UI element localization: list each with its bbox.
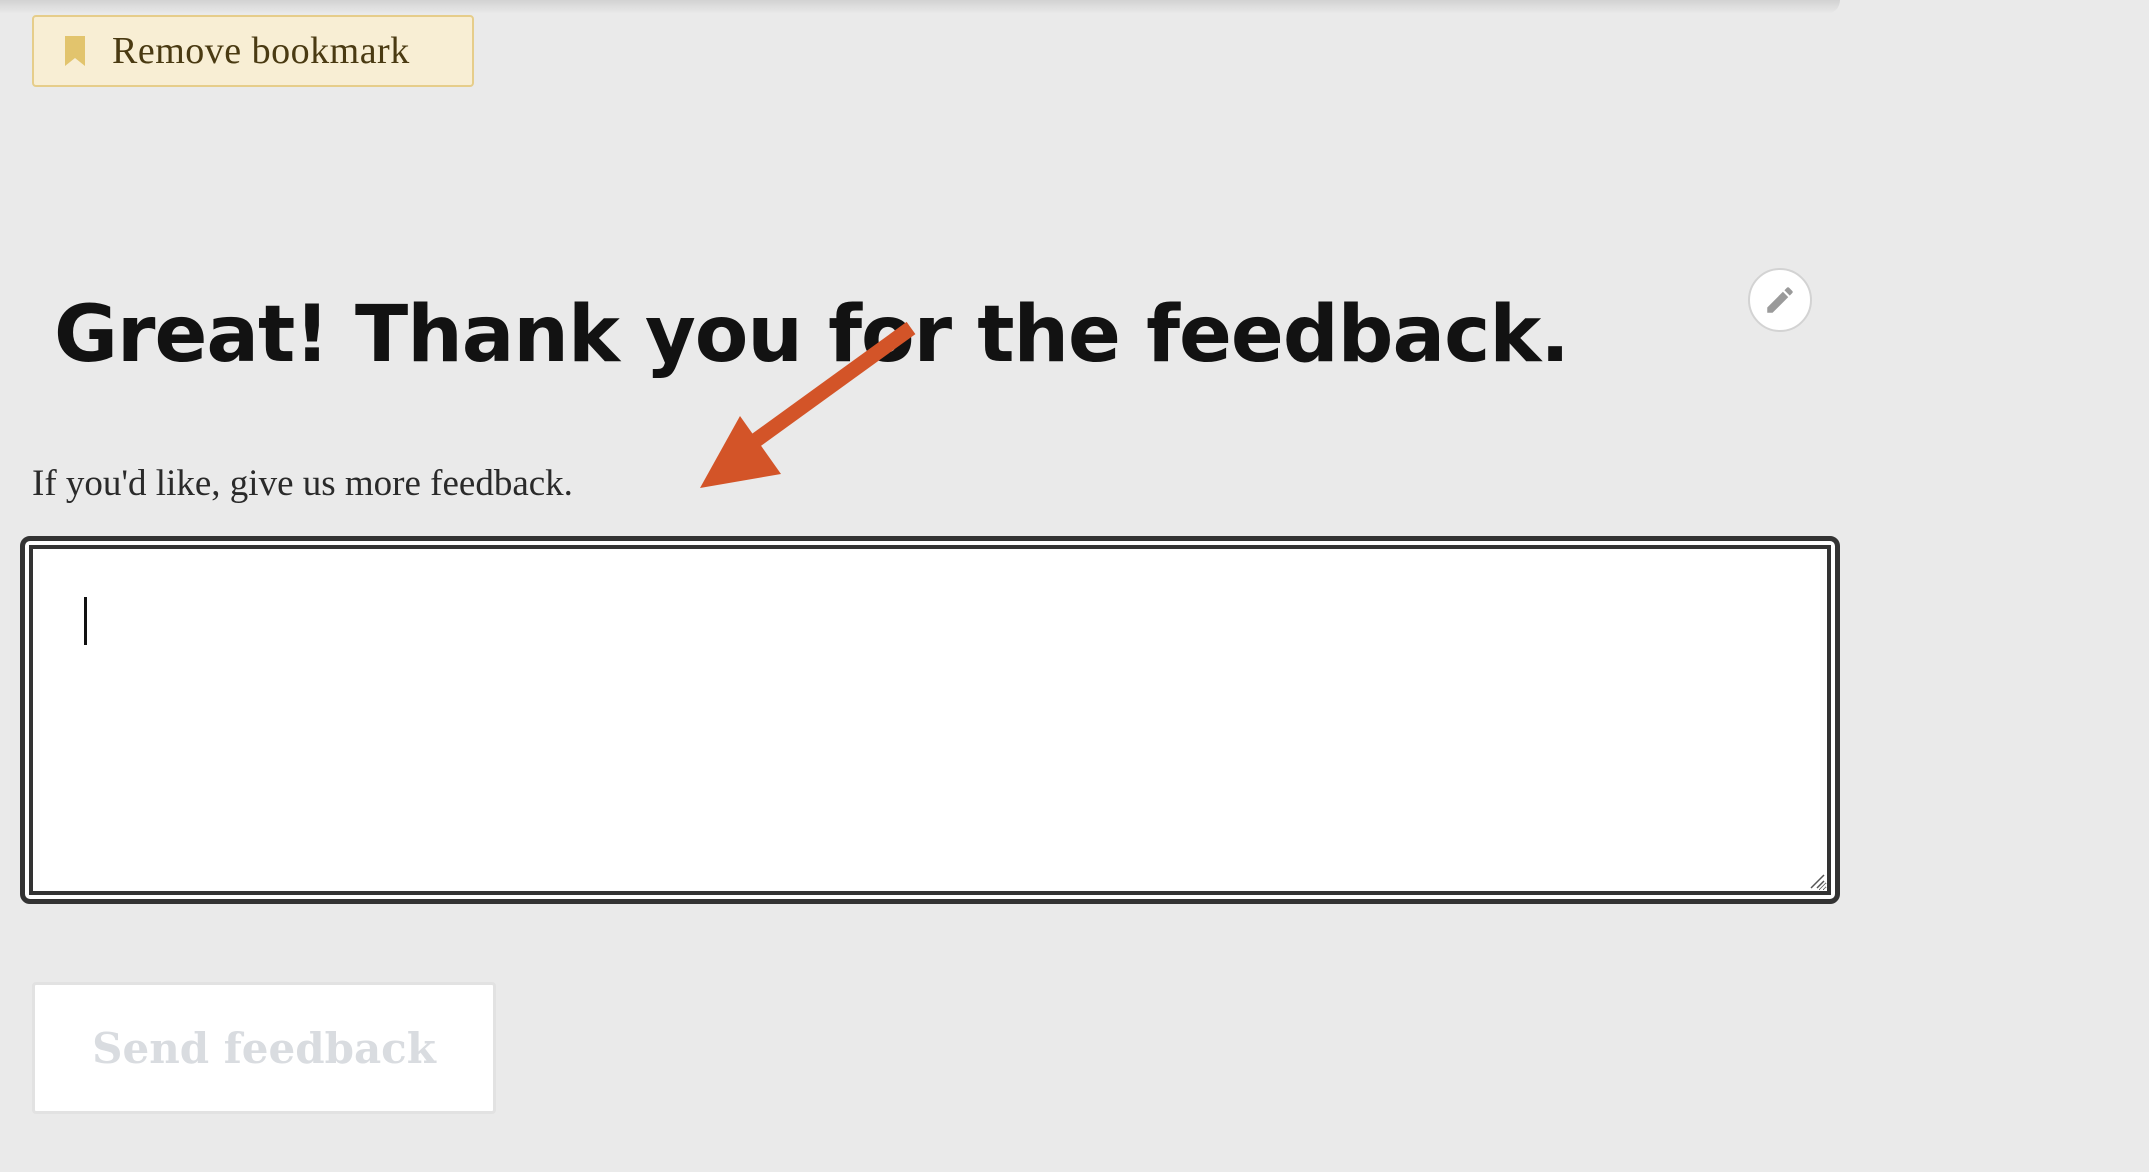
send-feedback-button[interactable]: Send feedback [32,982,496,1114]
page-title: Great! Thank you for the feedback. [54,290,1570,380]
resize-handle-icon[interactable] [1807,871,1825,889]
edit-button[interactable] [1748,268,1812,332]
bookmark-icon [65,36,85,66]
pencil-icon [1767,287,1793,313]
feedback-prompt: If you'd like, give us more feedback. [32,463,573,504]
text-caret [84,597,87,645]
remove-bookmark-label: Remove bookmark [112,30,410,72]
feedback-textarea[interactable] [29,545,1831,895]
remove-bookmark-button[interactable]: Remove bookmark [32,15,474,87]
header-shadow [0,0,1840,14]
feedback-field-frame [20,536,1840,904]
